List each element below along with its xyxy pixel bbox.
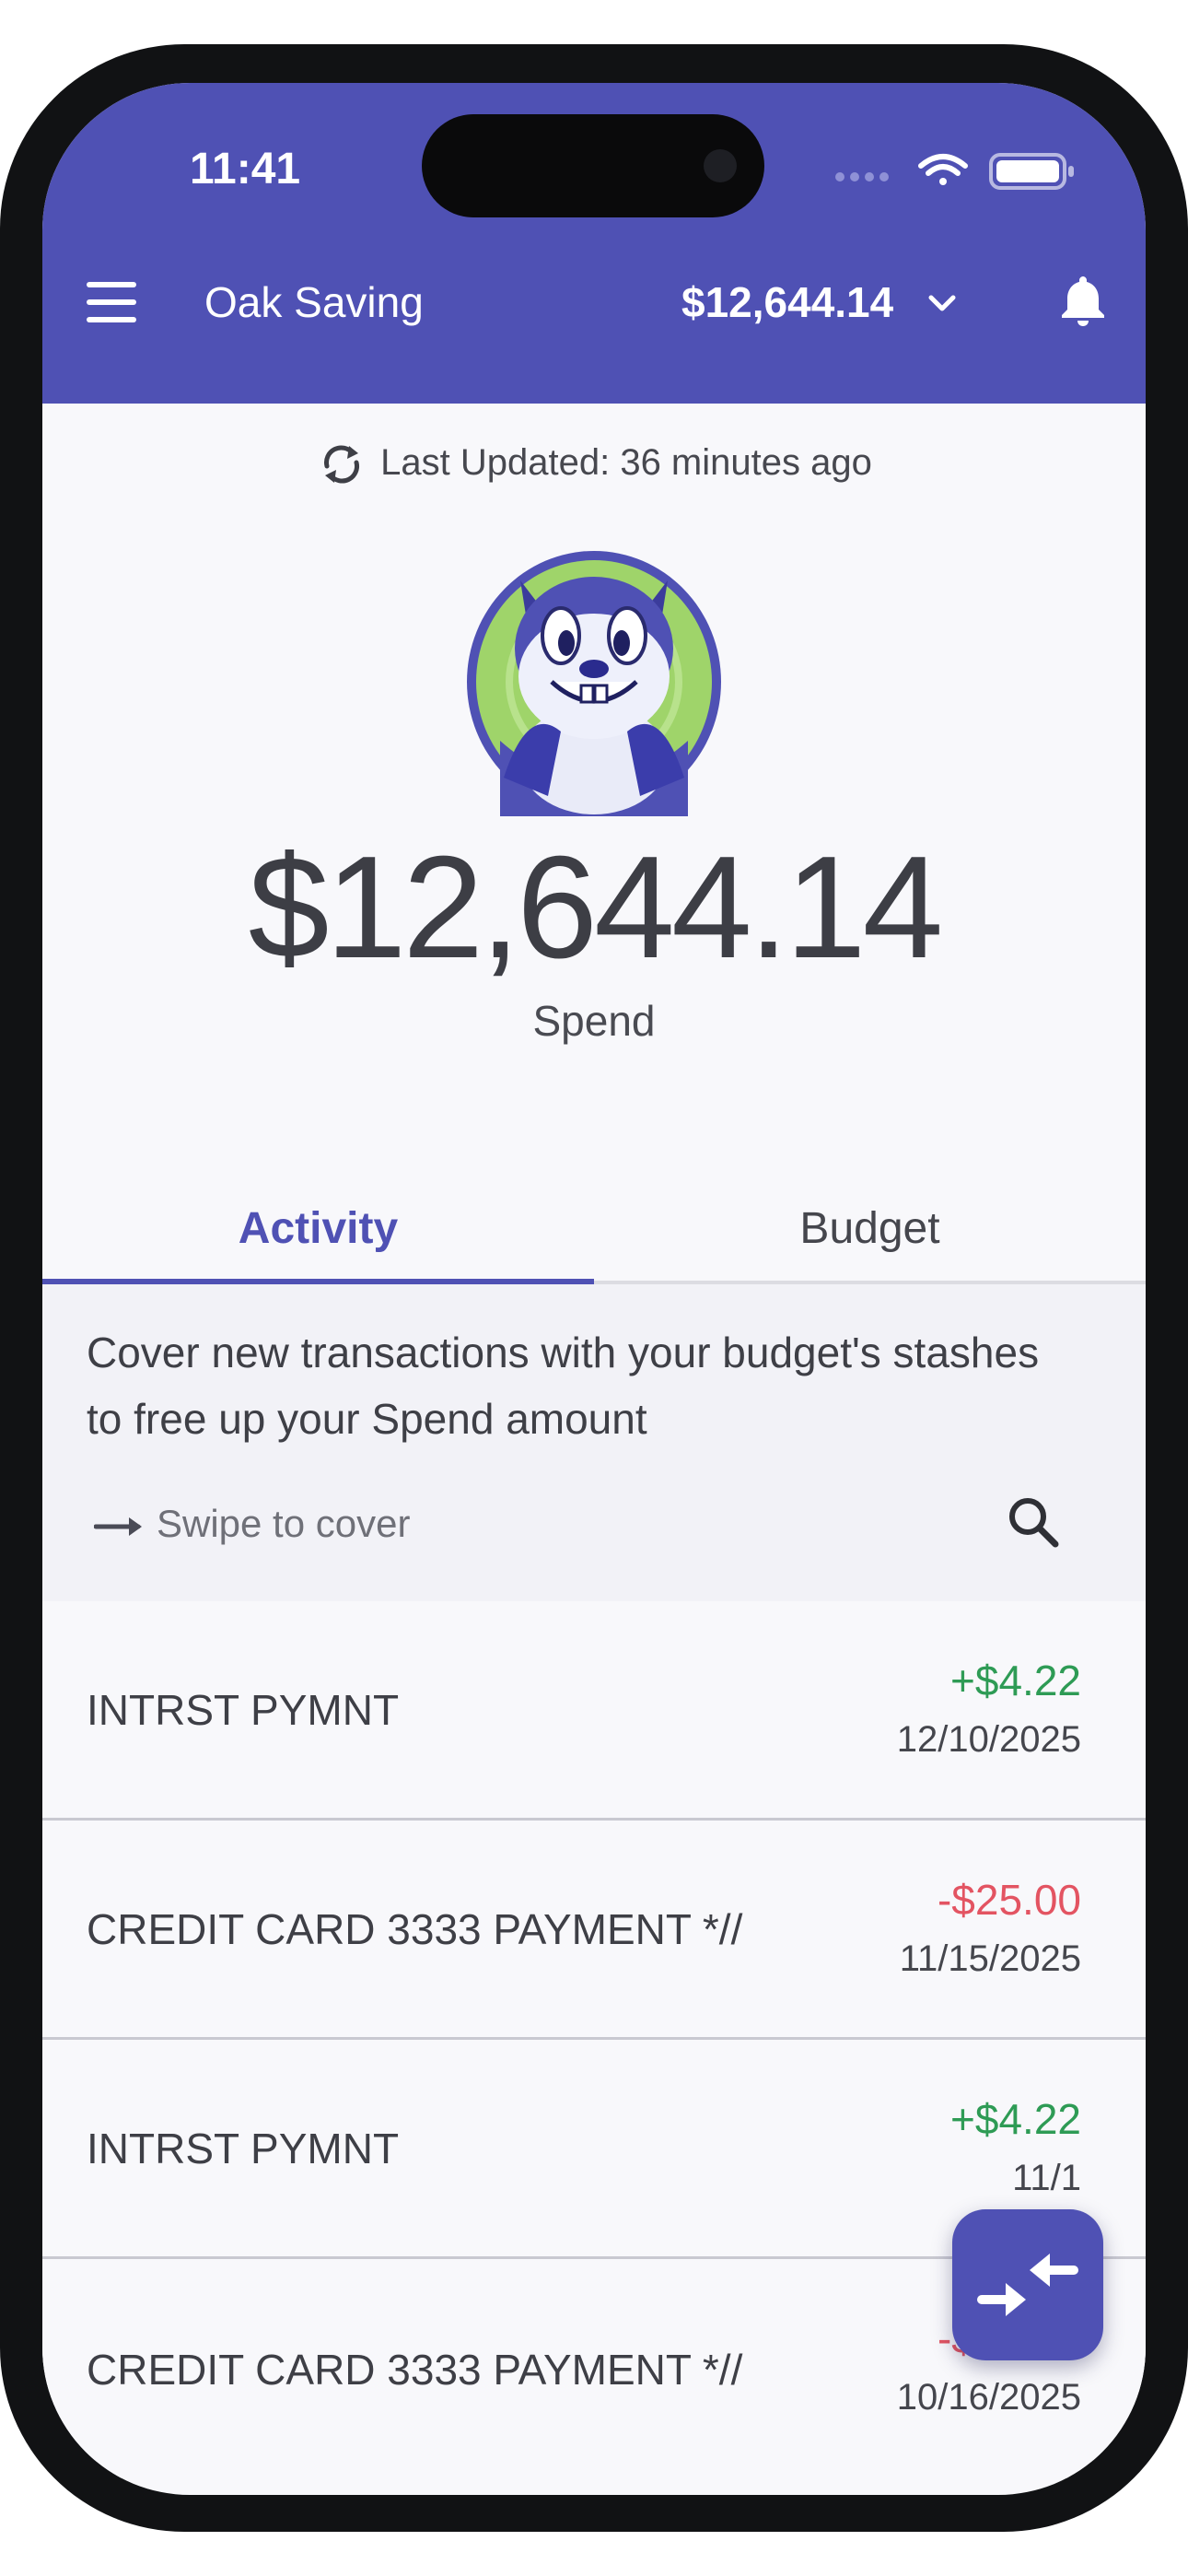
chevron-down-icon [928,295,956,311]
transaction-row[interactable]: INTRST PYMNT +$4.22 12/10/2025 [42,1601,1146,1821]
last-updated-text: Last Updated: 36 minutes ago [380,442,872,483]
wifi-icon [918,154,968,185]
search-icon[interactable] [1004,1493,1063,1551]
transaction-row[interactable]: CREDIT CARD 3333 PAYMENT *// -$25.00 11/… [42,1821,1146,2040]
tab-budget[interactable]: Budget [594,1185,1146,1281]
transaction-amount: -$25.00 [937,1876,1081,1924]
tab-activity[interactable]: Activity [42,1185,594,1284]
transaction-date: 12/10/2025 [896,1719,1081,1760]
status-time: 11:41 [190,145,301,193]
menu-button[interactable] [81,276,142,328]
transaction-amount: +$4.22 [950,1657,1081,1704]
account-balance-dropdown[interactable]: $12,644.14 [681,273,958,332]
app-header: 11:41 Oak Saving $12,644.14 [42,83,1146,404]
swipe-hint-text: Swipe to cover [157,1502,411,1545]
transaction-name: INTRST PYMNT [87,1686,400,1734]
spend-label: Spend [532,997,656,1045]
swipe-hint: Swipe to cover [94,1496,410,1551]
cover-fab-button[interactable] [952,2209,1103,2360]
status-icons [835,153,1074,190]
last-updated: Last Updated: 36 minutes ago [42,435,1146,490]
transaction-date: 10/16/2025 [896,2377,1081,2418]
transaction-name: INTRST PYMNT [87,2125,400,2172]
dynamic-island [422,114,764,217]
cover-arrows-icon [977,2254,1078,2316]
transaction-amount: +$4.22 [950,2095,1081,2143]
transaction-date: 11/15/2025 [899,1938,1081,1979]
app-title: Oak Saving [204,278,424,326]
transaction-name: CREDIT CARD 3333 PAYMENT *// [87,2346,743,2394]
signal-icon [835,172,889,181]
arrow-right-icon [94,1516,142,1536]
mascot-avatar [467,551,721,816]
info-panel: Cover new transactions with your budget'… [42,1284,1146,1604]
transaction-date: 11/1 [1012,2158,1081,2198]
bell-icon[interactable] [1054,271,1112,330]
info-message: Cover new transactions with your budget'… [87,1329,1040,1443]
tab-bar: Activity Budget [42,1185,1146,1284]
battery-icon [989,153,1074,190]
app-screen: 11:41 Oak Saving $12,644.14 Last Updated… [42,83,1146,2495]
spend-balance: $12,644.14 [248,826,944,989]
header-balance: $12,644.14 [681,278,894,326]
refresh-icon[interactable] [316,439,367,490]
transaction-name: CREDIT CARD 3333 PAYMENT *// [87,1905,743,1953]
